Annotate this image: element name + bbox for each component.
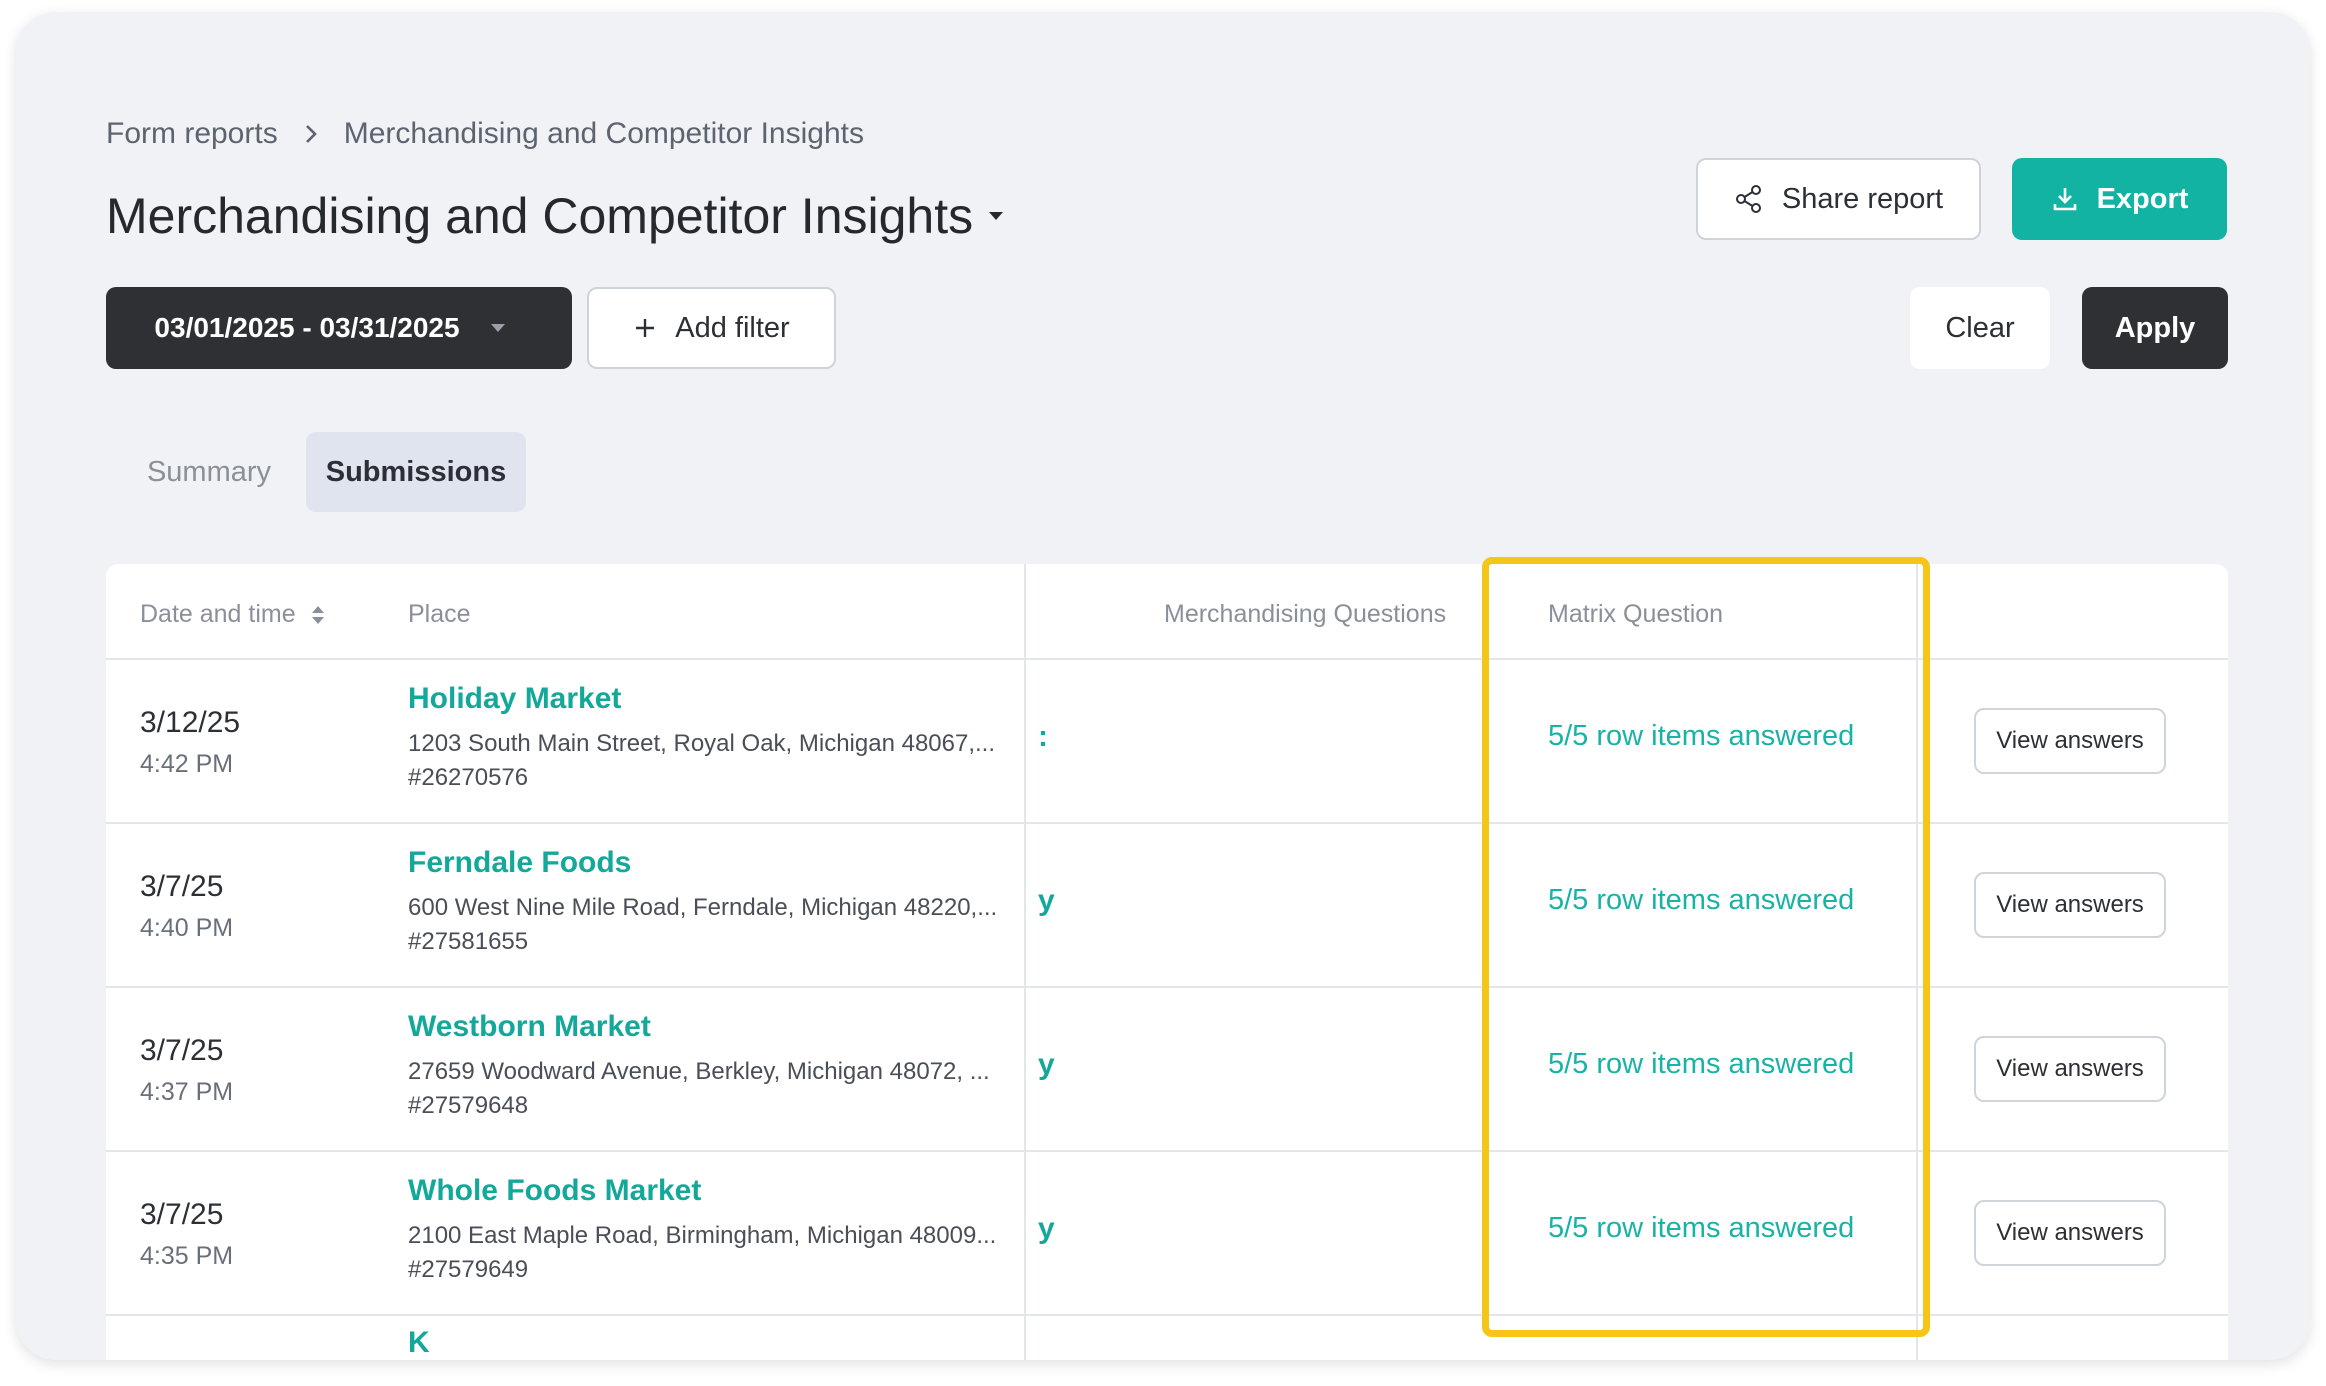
add-filter-label: Add filter bbox=[675, 311, 790, 344]
place-name-link[interactable]: Westborn Market bbox=[408, 1010, 651, 1044]
place-address: 2100 East Maple Road, Birmingham, Michig… bbox=[408, 1222, 997, 1249]
chevron-right-icon bbox=[304, 123, 318, 145]
tab-summary[interactable]: Summary bbox=[134, 432, 284, 512]
submission-date: 3/7/25 bbox=[140, 870, 224, 903]
view-answers-button[interactable]: View answers bbox=[1974, 708, 2166, 774]
submission-date: 3/12/25 bbox=[140, 706, 241, 739]
place-name-link[interactable]: K bbox=[408, 1326, 430, 1360]
table-row[interactable]: 3/7/25 4:40 PM Ferndale Foods 600 West N… bbox=[106, 824, 2228, 986]
submission-time: 4:42 PM bbox=[140, 750, 234, 778]
submission-time: 4:37 PM bbox=[140, 1078, 234, 1106]
share-report-button[interactable]: Share report bbox=[1696, 158, 1981, 240]
title-row[interactable]: Merchandising and Competitor Insights bbox=[106, 180, 1005, 252]
merchandising-answer[interactable]: y bbox=[1038, 1048, 1055, 1082]
date-range-value: 03/01/2025 - 03/31/2025 bbox=[154, 312, 460, 343]
clear-button[interactable]: Clear bbox=[1910, 287, 2050, 369]
place-name-link[interactable]: Ferndale Foods bbox=[408, 846, 631, 880]
column-header-matrix: Matrix Question bbox=[1548, 600, 1724, 628]
column-header-place: Place bbox=[408, 600, 471, 628]
matrix-answer-link[interactable]: 5/5 row items answered bbox=[1548, 1212, 1854, 1245]
place-address: 1203 South Main Street, Royal Oak, Michi… bbox=[408, 730, 996, 757]
download-icon bbox=[2053, 188, 2076, 211]
place-id: #27581655 bbox=[408, 928, 529, 955]
place-id: #27579649 bbox=[408, 1256, 529, 1283]
caret-down-icon[interactable] bbox=[987, 210, 1005, 222]
breadcrumb: Form reports Merchandising and Competito… bbox=[106, 114, 864, 154]
matrix-answer-link[interactable]: 5/5 row items answered bbox=[1548, 720, 1854, 753]
merchandising-answer[interactable]: : bbox=[1038, 720, 1048, 754]
table-row-partial[interactable]: K bbox=[106, 1316, 2228, 1360]
add-filter-button[interactable]: Add filter bbox=[587, 287, 836, 369]
place-id: #27579648 bbox=[408, 1092, 529, 1119]
page-title: Merchandising and Competitor Insights bbox=[106, 188, 974, 244]
sort-icon[interactable] bbox=[310, 603, 326, 627]
view-answers-button[interactable]: View answers bbox=[1974, 872, 2166, 938]
view-answers-button[interactable]: View answers bbox=[1974, 1200, 2166, 1266]
table-row[interactable]: 3/7/25 4:37 PM Westborn Market 27659 Woo… bbox=[106, 988, 2228, 1150]
submission-date: 3/7/25 bbox=[140, 1034, 224, 1067]
submission-date: 3/7/25 bbox=[140, 1198, 224, 1231]
share-report-label: Share report bbox=[1781, 182, 1944, 215]
plus-icon bbox=[636, 319, 655, 337]
column-header-merchandising: Merchandising Questions bbox=[1164, 600, 1447, 628]
export-label: Export bbox=[2096, 182, 2189, 215]
place-id: #26270576 bbox=[408, 764, 529, 791]
share-icon bbox=[1735, 185, 1761, 213]
place-address: 27659 Woodward Avenue, Berkley, Michigan… bbox=[408, 1058, 990, 1085]
place-name-link[interactable]: Whole Foods Market bbox=[408, 1174, 701, 1208]
column-header-date[interactable]: Date and time bbox=[140, 600, 326, 629]
place-name-link[interactable]: Holiday Market bbox=[408, 682, 621, 716]
export-button[interactable]: Export bbox=[2012, 158, 2227, 240]
submission-time: 4:35 PM bbox=[140, 1242, 234, 1270]
place-address: 600 West Nine Mile Road, Ferndale, Michi… bbox=[408, 894, 998, 921]
date-range-dropdown[interactable]: 03/01/2025 - 03/31/2025 bbox=[106, 287, 572, 369]
breadcrumb-parent-link[interactable]: Form reports bbox=[106, 117, 278, 151]
submissions-table: Date and time Place Merchandising Questi… bbox=[106, 564, 2228, 1360]
tab-submissions[interactable]: Submissions bbox=[306, 432, 526, 512]
matrix-answer-link[interactable]: 5/5 row items answered bbox=[1548, 884, 1854, 917]
view-answers-button[interactable]: View answers bbox=[1974, 1036, 2166, 1102]
merchandising-answer[interactable]: y bbox=[1038, 1212, 1055, 1246]
report-card: Form reports Merchandising and Competito… bbox=[16, 12, 2310, 1360]
submission-time: 4:40 PM bbox=[140, 914, 234, 942]
matrix-answer-link[interactable]: 5/5 row items answered bbox=[1548, 1048, 1854, 1081]
apply-button[interactable]: Apply bbox=[2082, 287, 2228, 369]
column-header-date-label: Date and time bbox=[140, 600, 296, 628]
merchandising-answer[interactable]: y bbox=[1038, 884, 1055, 918]
caret-down-icon bbox=[490, 324, 505, 332]
table-row[interactable]: 3/7/25 4:35 PM Whole Foods Market 2100 E… bbox=[106, 1152, 2228, 1314]
table-row[interactable]: 3/12/25 4:42 PM Holiday Market 1203 Sout… bbox=[106, 660, 2228, 822]
breadcrumb-current: Merchandising and Competitor Insights bbox=[343, 117, 864, 150]
